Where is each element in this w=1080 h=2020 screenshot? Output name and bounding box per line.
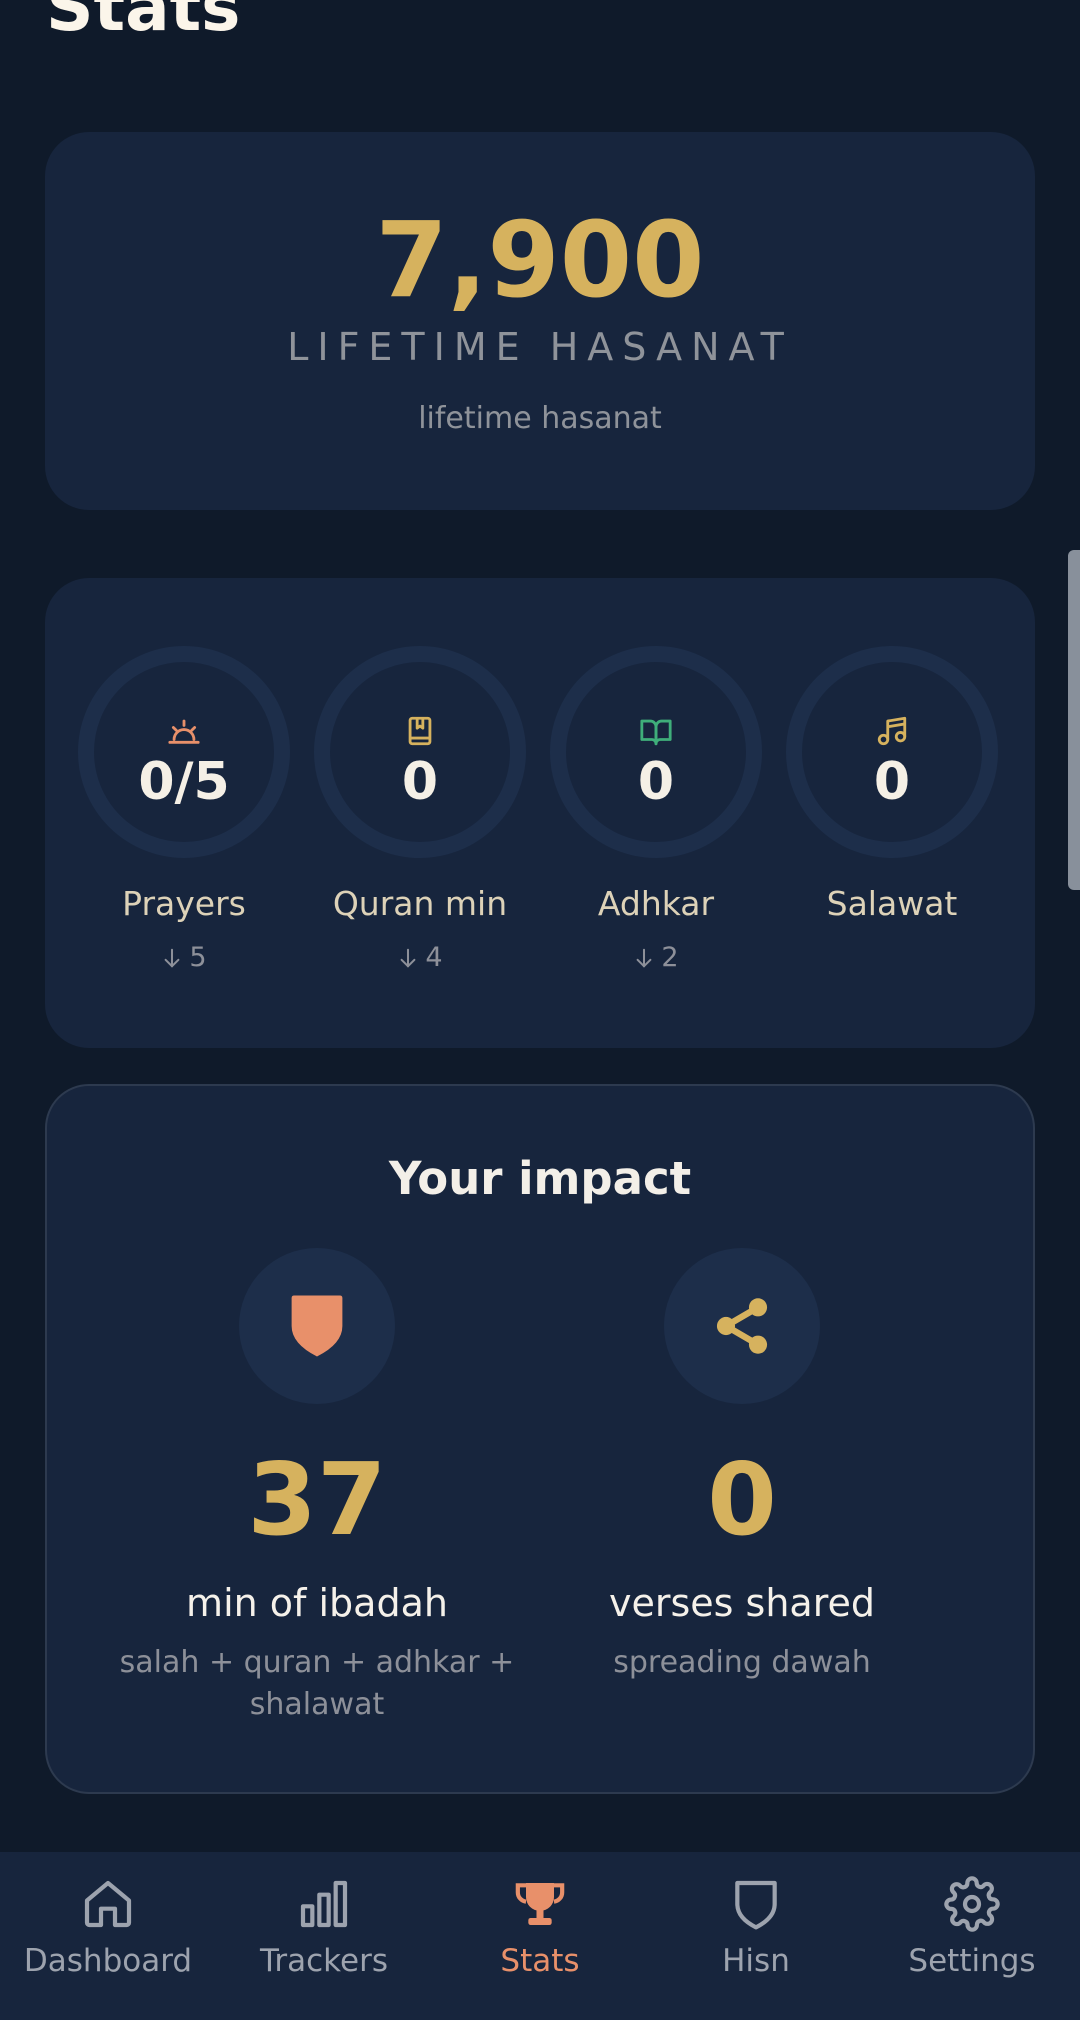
quran-value: 0 xyxy=(401,752,439,812)
hasanat-label: LIFETIME HASANAT xyxy=(287,325,793,369)
trophy-icon xyxy=(515,1883,565,1925)
nav-item-stats[interactable]: Stats xyxy=(432,1876,648,1978)
prayers-ring: 0/5 xyxy=(78,646,290,858)
salawat-ring: 0 xyxy=(786,646,998,858)
hasanat-sublabel: lifetime hasanat xyxy=(418,401,662,436)
quran-ring: 0 xyxy=(314,646,526,858)
shared-sublabel: spreading dawah xyxy=(613,1645,871,1680)
bar-chart-icon xyxy=(300,1880,348,1928)
nav-label-trackers: Trackers xyxy=(260,1943,388,1979)
nav-label-dashboard: Dashboard xyxy=(23,1943,193,1979)
hasanat-card: 7,900 LIFETIME HASANAT lifetime hasanat xyxy=(45,132,1035,510)
nav-label-stats: Stats xyxy=(500,1943,580,1979)
nav-label-settings: Settings xyxy=(908,1943,1036,1979)
shared-value: 0 xyxy=(707,1441,777,1558)
quran-delta-value: 4 xyxy=(425,942,443,974)
adhkar-ring: 0 xyxy=(550,646,762,858)
prayers-delta: 5 xyxy=(78,944,290,971)
nav-item-trackers[interactable]: Trackers xyxy=(216,1876,432,1978)
impact-ibadah: 37 min of ibadah salah + quran + adhkar … xyxy=(107,1248,527,1726)
adhkar-delta: 2 xyxy=(550,944,762,971)
nav-item-hisn[interactable]: Hisn xyxy=(648,1876,864,1978)
nav-label-hisn: Hisn xyxy=(722,1943,790,1979)
shared-label: verses shared xyxy=(609,1581,875,1625)
salawat-label: Salawat xyxy=(826,884,958,923)
arrow-down-icon xyxy=(636,948,652,968)
prayers-label: Prayers xyxy=(122,884,246,923)
bottom-nav: Dashboard Trackers Stats Hisn Settings xyxy=(0,1852,1080,2020)
tracker-prayers[interactable]: 0/5 Prayers 5 xyxy=(78,646,290,971)
arrow-down-icon xyxy=(400,948,416,968)
open-book-icon xyxy=(640,719,672,746)
share-icon xyxy=(716,1298,768,1354)
quran-label: Quran min xyxy=(332,884,508,923)
impact-ibadah-circle xyxy=(239,1248,395,1404)
ibadah-sublabel: salah + quran + adhkar + shalawat xyxy=(119,1645,515,1722)
quran-delta: 4 xyxy=(314,944,526,971)
tracker-quran[interactable]: 0 Quran min 4 xyxy=(314,646,526,971)
impact-shared: 0 verses shared spreading dawah xyxy=(532,1248,952,1684)
tracker-adhkar[interactable]: 0 Adhkar 2 xyxy=(550,646,762,971)
adhkar-label: Adhkar xyxy=(597,884,715,923)
shield-icon xyxy=(291,1295,343,1357)
sunrise-icon xyxy=(168,719,200,744)
prayers-value: 0/5 xyxy=(138,752,230,812)
ibadah-label: min of ibadah xyxy=(186,1581,448,1625)
book-icon xyxy=(408,716,432,746)
home-icon xyxy=(84,1880,132,1928)
adhkar-delta-value: 2 xyxy=(661,942,679,974)
salawat-value: 0 xyxy=(873,752,911,812)
music-note-icon xyxy=(877,716,907,746)
shield-icon xyxy=(735,1880,777,1930)
impact-card: Your impact 37 min of ibadah salah + qur… xyxy=(45,1084,1035,1794)
trackers-card: 0/5 Prayers 5 0 Quran min 4 0 Adhkar 2 0… xyxy=(45,578,1035,1048)
impact-shared-circle xyxy=(664,1248,820,1404)
arrow-down-icon xyxy=(164,948,180,968)
impact-title: Your impact xyxy=(388,1152,692,1205)
ibadah-value: 37 xyxy=(247,1441,387,1558)
gear-icon xyxy=(944,1876,1000,1932)
nav-item-dashboard[interactable]: Dashboard xyxy=(0,1876,216,1978)
page-title: Stats xyxy=(46,0,241,46)
nav-item-settings[interactable]: Settings xyxy=(864,1876,1080,1978)
scrollbar[interactable] xyxy=(1068,550,1080,890)
prayers-delta-value: 5 xyxy=(189,942,207,974)
hasanat-value: 7,900 xyxy=(375,199,705,321)
tracker-salawat[interactable]: 0 Salawat xyxy=(786,646,998,922)
adhkar-value: 0 xyxy=(637,752,675,812)
